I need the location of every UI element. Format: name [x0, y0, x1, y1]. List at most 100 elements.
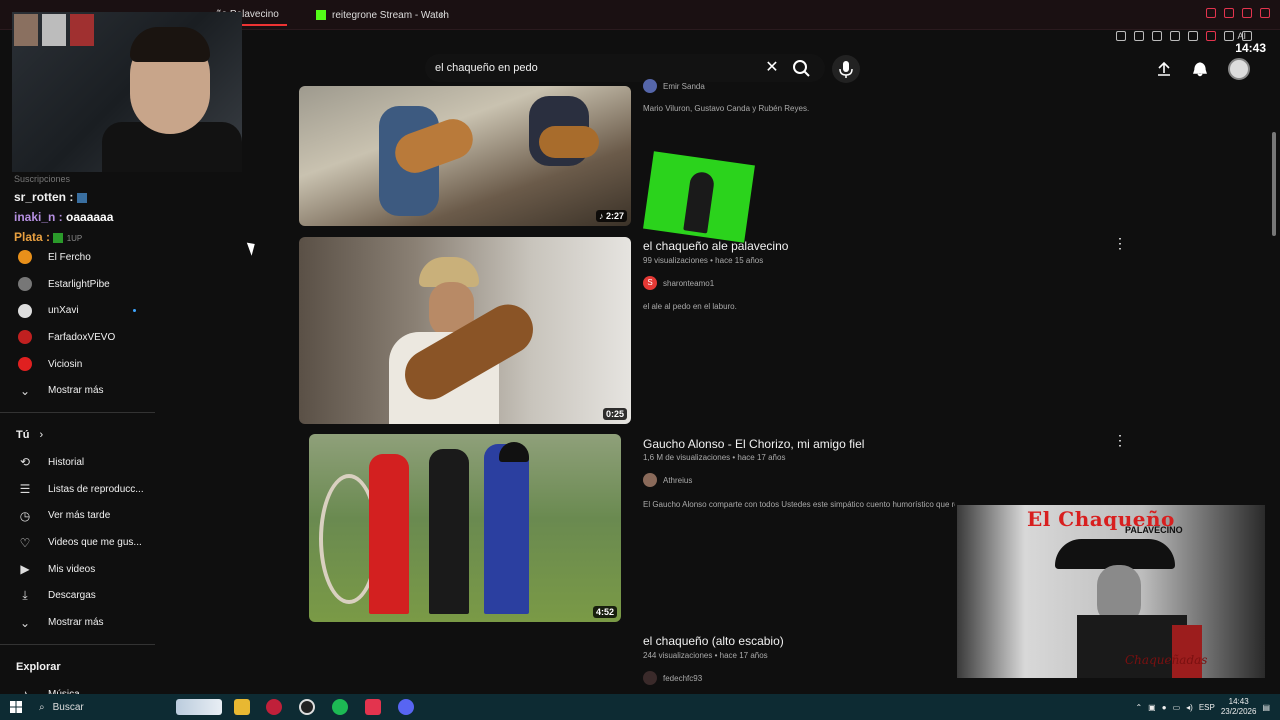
- discord-icon[interactable]: [398, 699, 414, 715]
- upload-icon[interactable]: [1156, 61, 1172, 77]
- channel-name: Athreius: [663, 475, 693, 485]
- tab-reitegrone-stream[interactable]: reitegrone Stream - Watch: [308, 4, 457, 26]
- sidebar-item-label: Viciosin: [48, 358, 83, 370]
- network-icon[interactable]: ▣: [1148, 703, 1156, 712]
- screenshot-icon[interactable]: [1134, 31, 1144, 41]
- search-icon[interactable]: [1206, 8, 1216, 18]
- new-tab-button[interactable]: +: [438, 8, 445, 22]
- chevron-right-icon: ›: [39, 429, 44, 442]
- notifications-bell-icon[interactable]: [1192, 61, 1208, 77]
- notifications-icon[interactable]: ▤: [1262, 703, 1270, 712]
- file-explorer-icon[interactable]: [234, 699, 250, 715]
- maximize-icon[interactable]: [1242, 8, 1252, 18]
- minimize-icon[interactable]: [1224, 8, 1234, 18]
- divider: [0, 412, 155, 414]
- channel-link[interactable]: fedechfc93: [643, 671, 702, 685]
- sidebar-item-history[interactable]: ⟲ Historial: [0, 449, 155, 476]
- bookmark-icon[interactable]: [1116, 31, 1126, 41]
- video-title[interactable]: el chaqueño (alto escabio): [643, 634, 784, 648]
- sidebar-item-label: Listas de reproducc...: [48, 483, 144, 495]
- ai-button[interactable]: AI: [1237, 31, 1246, 41]
- explore-section-header: Explorar: [0, 653, 155, 681]
- sidebar-item-watch-later[interactable]: ◷ Ver más tarde: [0, 503, 155, 530]
- microphone-icon[interactable]: ●: [1162, 703, 1167, 712]
- video-thumbnail[interactable]: 0:25: [299, 237, 631, 424]
- sidebar-item-viciosin[interactable]: Viciosin: [0, 351, 155, 378]
- weather-widget-icon[interactable]: [176, 699, 222, 715]
- sidebar-item-farfadoxvevo[interactable]: FarfadoxVEVO: [0, 324, 155, 351]
- thumbnail-figure: [369, 454, 409, 614]
- section-title: Explorar: [16, 660, 61, 673]
- maps-pin-icon[interactable]: [365, 699, 381, 715]
- sidebar-item-playlists[interactable]: ☰ Listas de reproducc...: [0, 476, 155, 503]
- channel-link[interactable]: Athreius: [643, 473, 692, 487]
- more-actions-button[interactable]: ⋮: [1113, 236, 1127, 250]
- download-icon: ⤓: [22, 588, 28, 603]
- sidebar-item-label: FarfadoxVEVO: [48, 331, 116, 343]
- page-scrollbar[interactable]: [1272, 132, 1276, 236]
- more-actions-button[interactable]: ⋮: [1113, 433, 1127, 447]
- channel-avatar: [18, 277, 32, 292]
- video-title[interactable]: el chaqueño ale palavecino: [643, 239, 788, 253]
- show-more-subscriptions[interactable]: ⌄ Mostrar más: [0, 377, 155, 404]
- spotify-icon[interactable]: [332, 699, 348, 715]
- channel-link[interactable]: S sharonteamo1: [643, 276, 714, 290]
- kick-icon: [316, 10, 326, 20]
- heart-icon[interactable]: [1188, 31, 1198, 41]
- play-icon[interactable]: [1170, 31, 1180, 41]
- album-script-text: Chaqueñadas: [1125, 653, 1208, 667]
- sidebar-item-downloads[interactable]: ⤓ Descargas: [0, 583, 155, 610]
- sidebar-item-label: EstarlightPibe: [48, 278, 110, 290]
- video-meta: 244 visualizaciones • hace 17 años: [643, 651, 768, 660]
- opera-gx-icon[interactable]: [266, 699, 282, 715]
- chevron-up-icon[interactable]: ⌃: [1135, 703, 1142, 712]
- channel-avatar: S: [643, 276, 657, 290]
- sidebar-item-label: Historial: [48, 456, 85, 468]
- channel-name: Emir Sanda: [663, 81, 705, 91]
- video-description: El Gaucho Alonso comparte con todos Uste…: [643, 500, 955, 509]
- video-thumbnail[interactable]: ♪ 2:27: [299, 86, 631, 226]
- you-section-header[interactable]: Tú ›: [0, 421, 155, 449]
- close-icon[interactable]: [1260, 8, 1270, 18]
- video-description: Mario Viluron, Gustavo Canda y Rubén Rey…: [643, 104, 810, 113]
- sidebar-item-liked-videos[interactable]: ♡ Videos que me gus...: [0, 529, 155, 556]
- tab-label: reitegrone Stream - Watch: [332, 9, 449, 21]
- video-thumbnail[interactable]: 4:52: [309, 434, 621, 622]
- sidebar-toggle-icon[interactable]: [1206, 31, 1216, 41]
- album-subtitle: PALAVECINO: [1125, 525, 1183, 535]
- search-input[interactable]: [425, 54, 765, 82]
- sidebar-item-my-videos[interactable]: ▶ Mis videos: [0, 556, 155, 583]
- show-more-you[interactable]: ⌄ Mostrar más: [0, 609, 155, 636]
- clear-search-button[interactable]: ✕: [763, 59, 781, 77]
- shield-icon[interactable]: [1152, 31, 1162, 41]
- channel-avatar: [643, 79, 657, 93]
- user-avatar[interactable]: [1228, 58, 1250, 80]
- header-actions: [1156, 58, 1250, 80]
- chat-username: sr_rotten :: [14, 190, 74, 204]
- obs-icon[interactable]: [299, 699, 315, 715]
- video-title[interactable]: Gaucho Alonso - El Chorizo, mi amigo fie…: [643, 437, 864, 451]
- search-icon: ⌕: [39, 701, 45, 713]
- system-tray: ⌃ ▣ ● ▭ ◂) ESP 14:43 23/2/2026 ▤: [1135, 694, 1280, 720]
- channel-link[interactable]: Emir Sanda: [643, 79, 705, 93]
- video-duration: 4:52: [592, 606, 617, 618]
- sidebar-item-el-fercho[interactable]: El Fercho: [0, 244, 155, 271]
- house-emote-icon: [76, 192, 87, 203]
- taskbar-clock[interactable]: 14:43 23/2/2026: [1221, 697, 1257, 717]
- language-indicator[interactable]: ESP: [1199, 703, 1215, 712]
- sidebar-item-estarlightpibe[interactable]: EstarlightPibe: [0, 271, 155, 298]
- sidebar-item-label: Descargas: [48, 590, 96, 602]
- new-content-dot: [132, 309, 136, 313]
- sidebar-item-label: Ver más tarde: [48, 510, 111, 522]
- voice-search-button[interactable]: [832, 55, 860, 83]
- volume-icon[interactable]: ◂): [1186, 703, 1193, 712]
- search-button[interactable]: [789, 58, 813, 78]
- playlist-icon: ☰: [19, 482, 31, 497]
- chat-message: Plata : 1UP: [14, 230, 242, 244]
- account-icon[interactable]: [1224, 31, 1234, 41]
- battery-icon[interactable]: ▭: [1173, 703, 1181, 712]
- thumbs-up-icon: ♡: [19, 535, 31, 550]
- windows-start-icon[interactable]: [10, 701, 22, 713]
- sidebar-item-unxavi[interactable]: unXavi: [0, 297, 155, 324]
- search-bar: ✕: [425, 54, 825, 82]
